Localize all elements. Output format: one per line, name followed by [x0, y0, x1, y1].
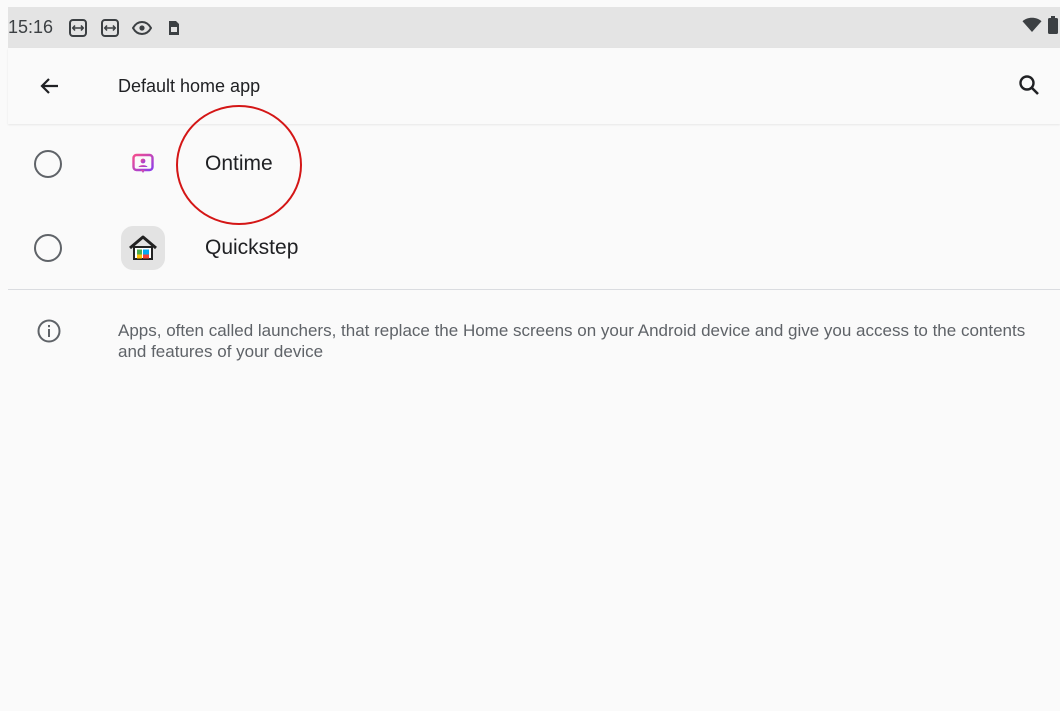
- page-title: Default home app: [118, 76, 261, 96]
- teamviewer-icon: [100, 18, 120, 38]
- radio-button-quickstep[interactable]: [34, 234, 62, 262]
- teamviewer-icon: [68, 18, 88, 38]
- info-icon: [36, 318, 62, 344]
- radio-button-ontime[interactable]: [34, 150, 62, 178]
- arrow-back-icon[interactable]: [34, 70, 66, 102]
- app-label-ontime: Ontime: [205, 152, 273, 175]
- status-bar: 15:16: [8, 7, 1060, 48]
- search-icon[interactable]: [1012, 68, 1046, 102]
- list-item-ontime[interactable]: Ontime: [8, 122, 1060, 206]
- wifi-icon: [1022, 17, 1042, 38]
- quickstep-app-icon: [121, 226, 165, 270]
- sim-card-icon: [164, 18, 184, 38]
- eye-icon: [132, 18, 152, 38]
- info-description: Apps, often called launchers, that repla…: [118, 321, 1026, 361]
- ontime-app-icon: [121, 142, 165, 186]
- list-item-quickstep[interactable]: Quickstep: [8, 206, 1060, 290]
- status-time: 15:16: [8, 17, 54, 37]
- divider: [8, 289, 1060, 290]
- app-label-quickstep: Quickstep: [205, 236, 299, 259]
- app-bar: Default home app: [8, 48, 1060, 124]
- battery-icon: [1048, 16, 1058, 39]
